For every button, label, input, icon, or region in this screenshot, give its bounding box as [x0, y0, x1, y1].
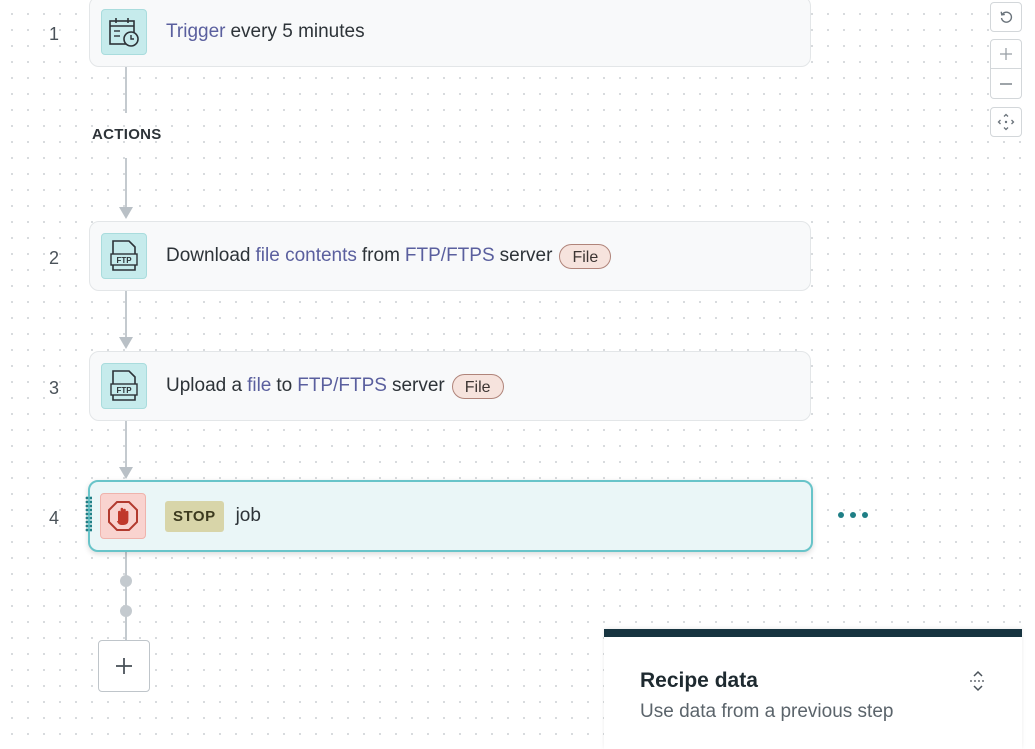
step-text-part: Upload a [166, 375, 243, 396]
reset-icon [1000, 11, 1013, 23]
connector-line [125, 421, 127, 471]
connector-name-ftp[interactable]: FTP/FTPS [297, 375, 387, 397]
connector-arrow [119, 337, 133, 349]
more-dot [838, 512, 844, 518]
svg-text:FTP: FTP [116, 256, 132, 265]
trigger-keyword[interactable]: Trigger [166, 21, 225, 43]
step-text-part: server [499, 245, 553, 266]
file-badge: File [451, 373, 504, 399]
ftp-icon: FTP [101, 363, 147, 409]
connector-dot [120, 575, 132, 587]
more-dot [850, 512, 856, 518]
step-card-upload[interactable]: FTP Upload a file to FTP/FTPS server Fil… [89, 351, 811, 421]
step-number: 3 [48, 378, 59, 398]
step-number: 2 [48, 248, 59, 268]
more-options-button[interactable] [838, 504, 868, 526]
step-text-part: server [391, 375, 445, 396]
step-text-part: from [361, 245, 400, 266]
datapill-file-contents[interactable]: file contents [256, 245, 357, 267]
minus-icon [1000, 82, 1012, 85]
connector-line [125, 67, 127, 113]
more-dot [862, 512, 868, 518]
stop-badge: STOP [165, 500, 224, 532]
drag-handle[interactable] [85, 496, 92, 532]
step-text-part: to [276, 375, 293, 396]
connector-dot [120, 605, 132, 617]
plus-icon [1000, 48, 1012, 60]
step-card-stop-job[interactable]: STOP job [85, 480, 813, 552]
connector-arrow [119, 467, 133, 479]
datapill-file[interactable]: file [247, 375, 271, 397]
reset-view-button[interactable] [990, 2, 1022, 32]
connector-name-ftp[interactable]: FTP/FTPS [405, 245, 495, 267]
step-text: STOP job [165, 500, 261, 532]
stop-hand-icon [100, 493, 146, 539]
actions-section-label: ACTIONS [92, 126, 162, 143]
fit-view-button[interactable] [990, 107, 1022, 137]
recipe-data-subtitle: Use data from a previous step [640, 701, 894, 722]
add-step-button[interactable] [98, 640, 150, 692]
step-card-download[interactable]: FTP Download file contents from FTP/FTPS… [89, 221, 811, 291]
step-text: Download file contents from FTP/FTPS ser… [166, 243, 612, 269]
calendar-clock-icon [101, 8, 147, 55]
file-badge: File [559, 243, 612, 269]
step-card-trigger[interactable]: Trigger every 5 minutes [89, 0, 811, 67]
connector-arrow [119, 207, 133, 219]
step-number: 1 [48, 24, 59, 44]
step-text: Trigger every 5 minutes [166, 21, 365, 43]
plus-icon [116, 658, 132, 674]
connector-line [125, 291, 127, 341]
recipe-data-title: Recipe data [640, 669, 758, 692]
expand-collapse-icon[interactable] [968, 669, 988, 693]
trigger-schedule: every 5 minutes [230, 20, 365, 42]
step-text-part: Download [166, 245, 251, 266]
connector-line [125, 158, 127, 210]
step-number: 4 [48, 508, 59, 528]
zoom-out-button[interactable] [990, 69, 1022, 99]
zoom-in-button[interactable] [990, 39, 1022, 69]
step-text-part: job [235, 505, 261, 526]
recipe-data-panel[interactable]: Recipe data Use data from a previous ste… [604, 629, 1022, 749]
move-arrows-icon [997, 113, 1015, 131]
connector-line [125, 551, 127, 640]
svg-text:FTP: FTP [116, 386, 132, 395]
step-text: Upload a file to FTP/FTPS server File [166, 373, 504, 399]
ftp-icon: FTP [101, 233, 147, 279]
